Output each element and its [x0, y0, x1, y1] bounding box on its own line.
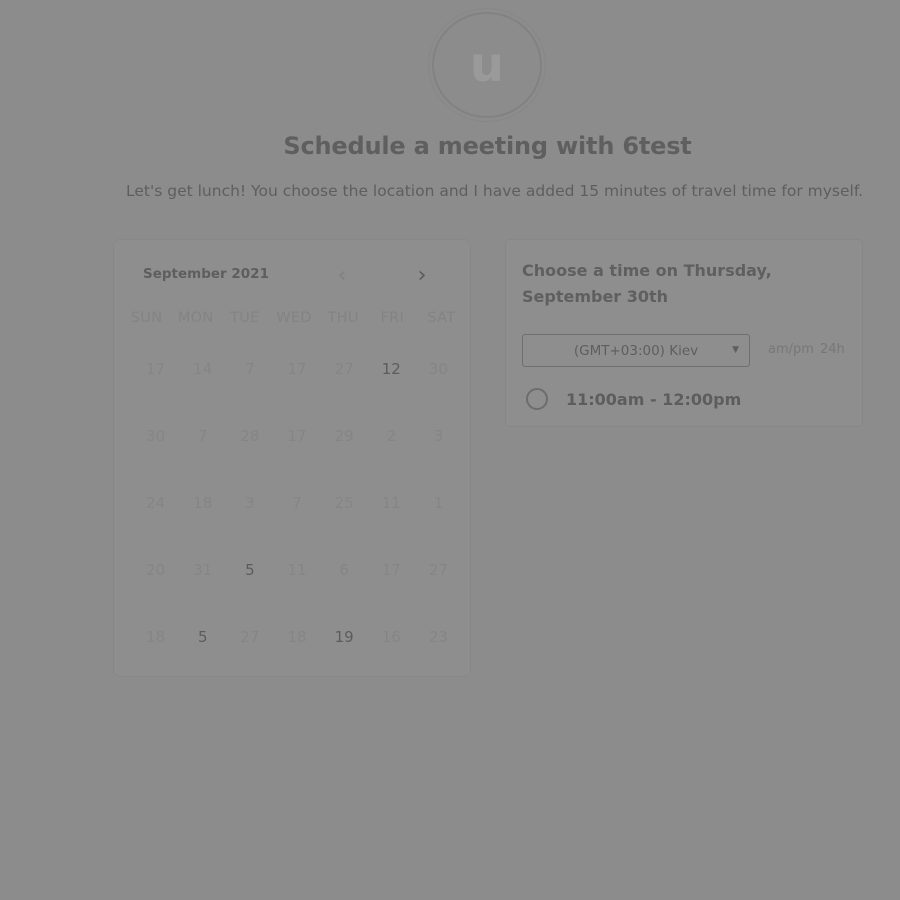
- calendar-day: 27: [428, 561, 448, 579]
- calendar-day: 31: [193, 561, 213, 579]
- calendar-day: 20: [146, 561, 166, 579]
- host-avatar: u: [428, 8, 546, 122]
- weekday-label: WED: [276, 310, 312, 326]
- calendar-day[interactable]: 12: [368, 360, 415, 427]
- calendar-day: 18: [146, 628, 166, 646]
- scheduling-page: u Schedule a meeting with 6test Let's ge…: [0, 0, 900, 900]
- calendar-day: 2: [386, 427, 397, 445]
- meeting-description: Let's get lunch! You choose the location…: [126, 182, 864, 200]
- weekday-label: FRI: [380, 310, 405, 326]
- chevron-right-icon[interactable]: ›: [412, 264, 432, 288]
- calendar-month-label: September 2021: [143, 266, 269, 282]
- weekday-label: SAT: [427, 310, 456, 326]
- calendar-day: 18: [193, 494, 213, 512]
- weekday-label: SUN: [130, 310, 163, 326]
- calendar-day: 14: [193, 360, 213, 378]
- calendar-day: 3: [245, 494, 255, 512]
- calendar-day: 11: [381, 494, 401, 512]
- calendar-day: 1: [433, 494, 444, 512]
- calendar-day[interactable]: 19: [321, 628, 368, 695]
- calendar-day: 11: [287, 561, 307, 579]
- caret-down-icon: ▼: [732, 345, 739, 355]
- calendar-day: 3: [433, 427, 444, 445]
- calendar-day-grid: 17 14 7 17 27 12 30 30 7 28 17 29 2 3 24 18 3 7 25 11 1 20 31 5…: [132, 360, 462, 695]
- timezone-select[interactable]: (GMT+03:00) Kiev ▼: [522, 334, 750, 367]
- calendar-day: 17: [381, 561, 401, 579]
- calendar-day: 27: [334, 360, 354, 378]
- time-panel-heading: Choose a time on Thursday, September 30t…: [522, 261, 772, 306]
- weekday-label: MON: [177, 310, 214, 326]
- time-slot-label: 11:00am - 12:00pm: [566, 389, 742, 409]
- calendar-day: 27: [240, 628, 260, 646]
- calendar-day[interactable]: 5: [179, 628, 226, 695]
- weekday-label: THU: [327, 310, 359, 326]
- calendar-panel: September 2021 ‹ › SUN MON TUE WED THU F…: [114, 240, 470, 676]
- format-ampm-toggle[interactable]: am/pm: [768, 342, 814, 357]
- calendar-day: 29: [334, 427, 354, 445]
- weekday-label: TUE: [230, 310, 260, 326]
- calendar-day: 25: [334, 494, 354, 512]
- calendar-day: 18: [287, 628, 307, 646]
- chevron-left-icon[interactable]: ‹: [332, 264, 352, 288]
- calendar-day: 17: [287, 427, 307, 445]
- calendar-day: 7: [245, 360, 255, 378]
- calendar-day: 24: [146, 494, 166, 512]
- calendar-day: 30: [428, 360, 448, 378]
- time-selection-panel: Choose a time on Thursday, September 30t…: [506, 240, 862, 426]
- calendar-day: 6: [339, 561, 349, 579]
- calendar-day: 7: [292, 494, 302, 512]
- calendar-day: 30: [146, 427, 166, 445]
- radio-button[interactable]: [526, 388, 548, 410]
- weekday-header: SUN MON TUE WED THU FRI SAT: [122, 310, 466, 326]
- calendar-day: 17: [287, 360, 307, 378]
- timezone-value: (GMT+03:00) Kiev: [573, 342, 699, 359]
- calendar-day: 7: [197, 427, 208, 445]
- format-24h-toggle[interactable]: 24h: [820, 342, 845, 357]
- calendar-day[interactable]: 5: [226, 561, 273, 628]
- calendar-day: 17: [146, 360, 166, 378]
- time-slot-option[interactable]: 11:00am - 12:00pm: [526, 388, 741, 410]
- avatar-letter: u: [469, 37, 505, 93]
- calendar-day: 28: [240, 427, 260, 445]
- calendar-day: 23: [428, 628, 448, 646]
- page-title: Schedule a meeting with 6test: [283, 132, 692, 160]
- calendar-day: 16: [381, 628, 401, 646]
